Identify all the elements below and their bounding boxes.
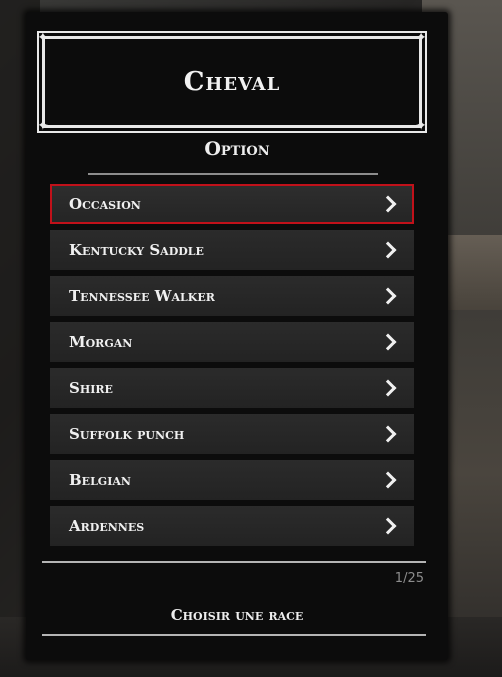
chevron-right-icon (379, 379, 397, 397)
chevron-right-icon (379, 425, 397, 443)
ornament-icon: ✦ (415, 118, 427, 134)
menu-item-label: Belgian (69, 471, 131, 489)
chevron-right-icon (379, 241, 397, 259)
menu-item-shire[interactable]: Shire (50, 368, 414, 408)
divider (88, 173, 378, 175)
title-frame: ✦ ✦ ✦ ✦ Cheval (37, 31, 427, 133)
chevron-right-icon (379, 333, 397, 351)
menu-item-ardennes[interactable]: Ardennes (50, 506, 414, 546)
divider (42, 634, 426, 636)
menu-title: Cheval (183, 67, 281, 97)
menu-item-label: Ardennes (69, 517, 145, 535)
chevron-right-icon (379, 195, 397, 213)
item-counter: 1/25 (394, 571, 424, 586)
menu-description: Choisir une race (170, 606, 304, 624)
menu-item-label: Occasion (69, 195, 141, 213)
menu-list: Occasion Kentucky Saddle Tennessee Walke… (50, 184, 414, 552)
chevron-right-icon (379, 287, 397, 305)
divider (42, 561, 426, 563)
menu-item-belgian[interactable]: Belgian (50, 460, 414, 500)
menu-item-suffolk-punch[interactable]: Suffolk punch (50, 414, 414, 454)
menu-item-label: Shire (69, 379, 113, 397)
menu-item-tennessee-walker[interactable]: Tennessee Walker (50, 276, 414, 316)
horse-menu-panel: ✦ ✦ ✦ ✦ Cheval Option Occasion Kentucky … (26, 12, 448, 660)
menu-item-occasion[interactable]: Occasion (50, 184, 414, 224)
menu-item-label: Morgan (69, 333, 133, 351)
chevron-right-icon (379, 517, 397, 535)
menu-item-label: Kentucky Saddle (69, 241, 204, 259)
ornament-icon: ✦ (37, 118, 49, 134)
ornament-icon: ✦ (37, 30, 49, 46)
menu-item-morgan[interactable]: Morgan (50, 322, 414, 362)
menu-item-label: Suffolk punch (69, 425, 185, 443)
menu-item-kentucky-saddle[interactable]: Kentucky Saddle (50, 230, 414, 270)
menu-item-label: Tennessee Walker (69, 287, 215, 305)
ornament-icon: ✦ (415, 30, 427, 46)
menu-subtitle: Option (204, 138, 270, 160)
chevron-right-icon (379, 471, 397, 489)
